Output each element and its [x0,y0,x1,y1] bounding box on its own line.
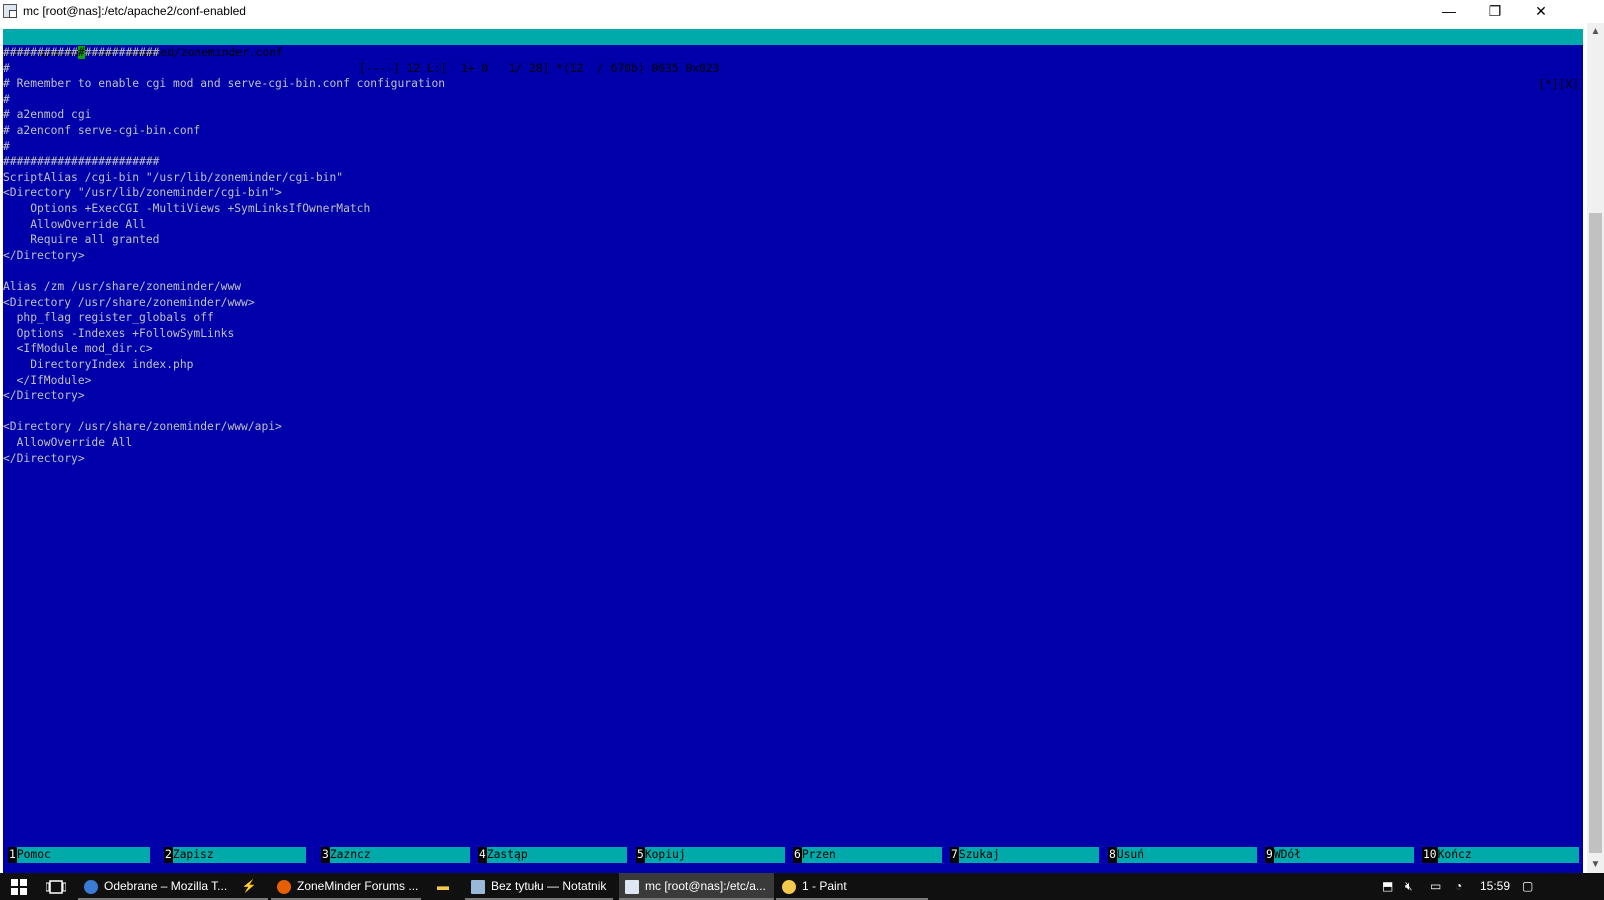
notifications-icon[interactable]: ▢ [1522,873,1533,900]
battery-icon[interactable]: ▭ [1430,873,1441,900]
firefox-icon [277,879,291,894]
fkey-replace[interactable]: 4Zastąp [478,847,627,863]
editor-line: # a2enmod cgi [3,108,92,122]
task-label: 1 - Paint [802,879,847,893]
editor-line: Options -Indexes +FollowSymLinks [3,326,235,340]
fkey-number: 10 [1422,847,1438,863]
fkey-label: Usuń [1116,847,1257,863]
putty-app-icon [3,4,17,18]
fkey-label: WDół [1273,847,1414,863]
editor-line: DirectoryIndex index.php [3,358,194,371]
fkey-quit[interactable]: 10Kończ [1422,847,1579,863]
editor-line: AllowOverride All [3,217,146,231]
wifi-icon[interactable]: ◔ [1455,873,1462,900]
task-firefox[interactable]: ZoneMinder Forums ... [271,873,421,900]
editor-line: <Directory "/usr/lib/zoneminder/cgi-bin"… [3,186,282,200]
task-label: mc [root@nas]:/etc/a... [645,879,766,893]
fkey-label: Kończ [1437,847,1579,863]
fkey-mark[interactable]: 3Zazncz [321,847,470,863]
window-title: mc [root@nas]:/etc/apache2/conf-enabled [23,4,246,18]
task-label: Bez tytułu — Notatnik [491,879,607,893]
editor-line: Alias /zm /usr/share/zoneminder/www [3,280,242,293]
editor-line: <Directory /usr/share/zoneminder/www/api… [3,420,282,434]
fkey-label: Zazncz [329,847,470,863]
task-label: Odebrane – Mozilla T... [104,879,228,893]
fkey-delete[interactable]: 8Usuń [1108,847,1257,863]
start-button[interactable] [0,873,36,900]
vertical-scrollbar[interactable]: ▲ ▼ [1587,23,1604,873]
restore-button[interactable]: ❐ [1472,0,1518,23]
editor-line-cursor: ####################### [3,45,159,61]
editor-line: Options +ExecCGI -MultiViews +SymLinksIf… [3,202,371,215]
fkey-pulldown[interactable]: 9WDół [1265,847,1414,863]
line-text: ########### [3,46,78,59]
scroll-down-icon[interactable]: ▼ [1587,856,1604,873]
taskbar: Odebrane – Mozilla T... ⚡ ZoneMinder For… [0,873,1604,900]
notepad-icon [471,879,485,894]
fkey-label: Pomoc [16,847,150,863]
function-key-bar: 1Pomoc 2Zapisz 3Zazncz 4Zastąp 5Kopiuj 6… [3,847,1583,863]
scroll-up-icon[interactable]: ▲ [1587,23,1604,40]
editor-line: </Directory> [3,248,85,262]
editor-line: php_flag register_globals off [3,311,214,325]
fkey-number: 4 [478,847,487,863]
line-text: ########### [84,46,160,59]
fkey-help[interactable]: 1Pomoc [8,847,150,863]
editor-line: Require all granted [3,233,160,247]
fkey-number: 5 [636,847,645,863]
fkey-number: 1 [8,847,17,863]
thunderbird-icon [84,879,98,894]
fkey-number: 7 [950,847,959,863]
putty-icon [625,879,639,894]
task-paint[interactable]: 1 - Paint [776,873,928,900]
editor-status-line: /etc/apache2/conf-enabled/zoneminder.con… [3,29,1583,91]
editor-line: <IfModule mod_dir.c> [3,342,153,356]
task-label: ZoneMinder Forums ... [297,879,419,893]
editor-line: # [3,92,10,106]
paint-icon [782,879,796,894]
close-button[interactable]: ✕ [1518,0,1564,23]
editor-text[interactable]: ####################### # # Remember to … [3,45,1583,873]
editor-line: ####################### [3,155,160,169]
window-title-bar: mc [root@nas]:/etc/apache2/conf-enabled … [0,0,1604,23]
fkey-number: 8 [1108,847,1117,863]
fkey-save[interactable]: 2Zapisz [164,847,306,863]
windows-logo-icon [11,879,27,895]
fkey-move[interactable]: 6Przen [793,847,942,863]
editor-line: # [3,61,10,75]
minimize-button[interactable]: — [1426,0,1472,23]
fkey-number: 2 [164,847,173,863]
task-view-icon [46,880,66,894]
task-putty[interactable]: mc [root@nas]:/etc/a... [619,873,774,900]
terminal-area[interactable]: /etc/apache2/conf-enabled/zoneminder.con… [3,29,1583,873]
fkey-label: Przen [801,847,942,863]
fkey-label: Zastąp [486,847,627,863]
fkey-label: Szukaj [958,847,1099,863]
clock[interactable]: 15:59 [1480,873,1510,900]
fkey-copy[interactable]: 5Kopiuj [636,847,785,863]
fkey-number: 6 [793,847,802,863]
editor-line: </IfModule> [3,373,92,387]
fkey-label: Kopiuj [644,847,785,863]
editor-line: </Directory> [3,389,85,403]
speaker-muted-icon[interactable]: 🔇︎ [1405,873,1413,900]
bolt-icon[interactable]: ⚡ [236,873,262,900]
fkey-search[interactable]: 7Szukaj [950,847,1099,863]
fkey-label: Zapisz [172,847,306,863]
editor-line: AllowOverride All [3,436,133,449]
network-tray-icon[interactable]: ⬒ [1382,873,1393,900]
editor-line: # a2enconf serve-cgi-bin.conf [3,124,201,137]
file-explorer-icon[interactable]: ▬ [430,873,456,900]
editor-line: <Directory /usr/share/zoneminder/www> [3,295,255,309]
fkey-number: 3 [321,847,330,863]
editor-line: # [3,139,10,153]
task-view-button[interactable] [40,873,76,900]
editor-line: </Directory> [3,451,85,465]
editor-line: # Remember to enable cgi mod and serve-c… [3,77,446,91]
scrollbar-thumb[interactable] [1589,213,1602,853]
fkey-number: 9 [1265,847,1274,863]
task-notepad[interactable]: Bez tytułu — Notatnik [465,873,613,900]
text-cursor: # [77,46,85,59]
editor-line: ScriptAlias /cgi-bin "/usr/lib/zoneminde… [3,170,344,184]
